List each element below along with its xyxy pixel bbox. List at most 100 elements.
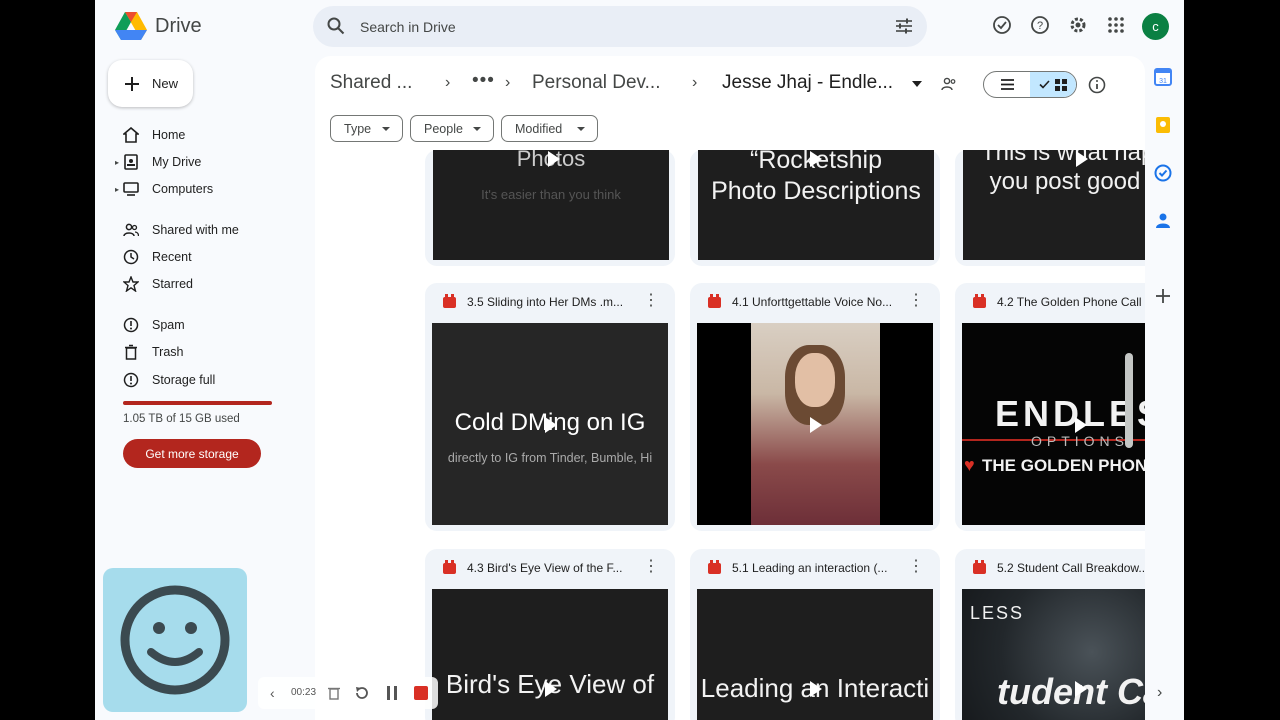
more-options-icon[interactable]: ⋮ xyxy=(643,293,659,309)
view-toggle xyxy=(983,71,1077,98)
filter-label: Modified xyxy=(515,121,563,136)
search-icon[interactable] xyxy=(327,17,345,35)
search-bar[interactable]: Search in Drive xyxy=(313,6,927,47)
help-icon[interactable]: ? xyxy=(1029,14,1051,36)
card-header: 4.3 Bird's Eye View of the F... ⋮ xyxy=(425,549,675,589)
webcam-avatar-overlay xyxy=(103,568,247,712)
apps-grid-icon[interactable] xyxy=(1105,14,1127,36)
sidebar-item-computers[interactable]: ▸ Computers xyxy=(95,176,305,202)
list-view-button[interactable] xyxy=(984,72,1030,97)
play-icon[interactable] xyxy=(545,681,557,697)
video-thumbnail[interactable]: LESS tudent Ca xyxy=(962,589,1145,720)
grid-view-button[interactable] xyxy=(1030,72,1076,97)
calendar-icon[interactable]: 31 xyxy=(1154,68,1172,86)
sidebar-item-shared-with-me[interactable]: Shared with me xyxy=(95,217,305,243)
get-more-storage-button[interactable]: Get more storage xyxy=(123,439,261,468)
more-options-icon[interactable]: ⋮ xyxy=(908,559,924,575)
folder-menu-caret-icon[interactable] xyxy=(912,81,922,87)
expand-panel-chevron-icon[interactable]: › xyxy=(1157,684,1162,702)
type-filter-chip[interactable]: Type xyxy=(330,115,403,142)
thumbnail-text: OPTIONS xyxy=(1030,433,1129,449)
sidebar-item-label: Starred xyxy=(152,277,193,291)
thumbnail-text: ENDLES xyxy=(994,393,1145,434)
drive-app: Drive Search in Drive ? c New Home ▸ My … xyxy=(95,0,1184,720)
people-filter-chip[interactable]: People xyxy=(410,115,494,142)
stop-recording-button[interactable] xyxy=(414,686,428,700)
thumbnail-text: This is what happe xyxy=(980,150,1145,166)
file-card[interactable]: 4.1 Unforttgettable Voice No... ⋮ xyxy=(690,283,940,531)
video-thumbnail[interactable]: Photos It's easier than you think xyxy=(433,150,669,260)
shared-folder-people-icon[interactable] xyxy=(941,77,957,91)
account-avatar[interactable]: c xyxy=(1142,13,1169,40)
tasks-icon[interactable] xyxy=(1154,164,1172,182)
search-input[interactable]: Search in Drive xyxy=(360,19,456,35)
ready-offline-icon[interactable] xyxy=(991,14,1013,36)
add-addon-plus-icon[interactable] xyxy=(1154,287,1172,305)
thumbnail-text: LESS xyxy=(969,603,1025,623)
sidebar-item-spam[interactable]: Spam xyxy=(95,312,305,338)
play-icon[interactable] xyxy=(810,151,822,167)
contacts-icon[interactable] xyxy=(1154,211,1172,229)
file-card[interactable]: 3.5 Sliding into Her DMs .m... ⋮ Cold DM… xyxy=(425,283,675,531)
play-icon[interactable] xyxy=(1076,151,1088,167)
dropdown-arrow-icon xyxy=(382,127,390,131)
info-icon[interactable] xyxy=(1088,76,1106,94)
search-options-icon[interactable] xyxy=(895,17,913,35)
file-card[interactable]: 5.2 Student Call Breakdow... ⋮ LESS tude… xyxy=(955,549,1145,720)
delete-recording-icon[interactable] xyxy=(328,686,340,700)
file-card[interactable]: 5.1 Leading an interaction (... ⋮ Leadin… xyxy=(690,549,940,720)
settings-gear-icon[interactable] xyxy=(1067,14,1089,36)
play-icon[interactable] xyxy=(810,417,822,433)
file-name: 5.2 Student Call Breakdow... xyxy=(997,561,1145,575)
keep-icon[interactable] xyxy=(1154,116,1172,134)
drive-logo[interactable]: Drive xyxy=(115,12,202,40)
sidebar-item-starred[interactable]: Starred xyxy=(95,271,305,297)
play-icon[interactable] xyxy=(810,681,822,697)
more-options-icon[interactable]: ⋮ xyxy=(643,559,659,575)
collapse-chevron-icon[interactable]: ‹ xyxy=(270,685,275,701)
more-options-icon[interactable]: ⋮ xyxy=(908,293,924,309)
video-thumbnail[interactable]: Bird's Eye View of xyxy=(432,589,668,720)
breadcrumb-current-folder[interactable]: Jesse Jhaj - Endle... xyxy=(722,72,893,94)
video-thumbnail[interactable]: Leading an Interacti xyxy=(697,589,933,720)
chevron-right-icon: › xyxy=(445,74,451,91)
video-thumbnail[interactable]: ENDLES OPTIONS THE GOLDEN PHON ♥ xyxy=(962,323,1145,525)
sidebar-item-trash[interactable]: Trash xyxy=(95,339,305,365)
video-file-icon xyxy=(443,560,456,574)
play-icon[interactable] xyxy=(548,151,560,167)
play-icon[interactable] xyxy=(1075,417,1087,433)
file-card[interactable]: 4.2 The Golden Phone Call ... ⋮ ENDLES O… xyxy=(955,283,1145,531)
sidebar-item-storage[interactable]: Storage full xyxy=(95,367,305,393)
video-thumbnail[interactable]: Cold DMing on IG directly to IG from Tin… xyxy=(432,323,668,525)
pause-recording-icon[interactable] xyxy=(386,686,398,700)
breadcrumb-more-button[interactable]: ••• xyxy=(472,70,495,92)
video-thumbnail[interactable]: “Rocketship Photo Descriptions xyxy=(698,150,934,260)
expand-caret-icon[interactable]: ▸ xyxy=(115,185,119,194)
file-name: 3.5 Sliding into Her DMs .m... xyxy=(467,295,624,309)
breadcrumb-shared[interactable]: Shared ... xyxy=(330,72,412,94)
new-button[interactable]: New xyxy=(108,60,193,107)
sidebar-item-home[interactable]: Home xyxy=(95,122,305,148)
breadcrumb-personal-dev[interactable]: Personal Dev... xyxy=(532,72,660,94)
play-icon[interactable] xyxy=(545,417,557,433)
spam-icon xyxy=(123,317,139,333)
expand-caret-icon[interactable]: ▸ xyxy=(115,158,119,167)
sidebar-item-recent[interactable]: Recent xyxy=(95,244,305,270)
card-header: 5.2 Student Call Breakdow... ⋮ xyxy=(955,549,1145,589)
vertical-scrollbar[interactable] xyxy=(1125,353,1133,448)
card-header: 3.5 Sliding into Her DMs .m... ⋮ xyxy=(425,283,675,323)
dropdown-arrow-icon xyxy=(473,127,481,131)
main-panel: Shared ... › ••• › Personal Dev... › Jes… xyxy=(315,56,1145,720)
filter-label: People xyxy=(424,121,463,136)
restart-recording-icon[interactable] xyxy=(354,685,370,701)
sidebar-item-my-drive[interactable]: ▸ My Drive xyxy=(95,149,305,175)
video-thumbnail[interactable]: This is what happe you post good IG xyxy=(963,150,1145,260)
video-thumbnail[interactable] xyxy=(697,323,933,525)
modified-filter-chip[interactable]: Modified xyxy=(501,115,598,142)
file-card[interactable]: 4.3 Bird's Eye View of the F... ⋮ Bird's… xyxy=(425,549,675,720)
phone-heart-icon: ♥ xyxy=(964,455,975,475)
sidebar-item-label: Computers xyxy=(152,182,214,196)
storage-icon xyxy=(123,372,139,388)
play-icon[interactable] xyxy=(1075,681,1087,697)
storage-usage-bar xyxy=(123,401,272,405)
